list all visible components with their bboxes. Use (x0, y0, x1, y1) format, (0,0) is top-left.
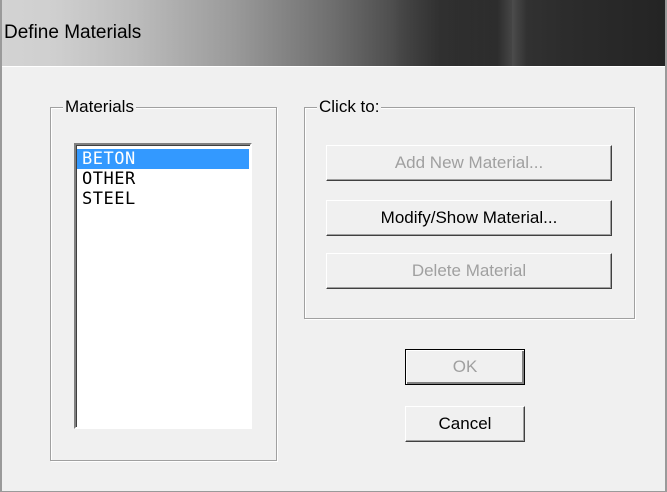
define-materials-dialog: Define Materials Materials BETON OTHER STE… (0, 0, 667, 492)
materials-listbox[interactable]: BETON OTHER STEEL (74, 143, 252, 429)
title-bar-shade (392, 0, 512, 66)
materials-list: BETON OTHER STEEL (77, 149, 249, 209)
cancel-button[interactable]: Cancel (405, 406, 525, 442)
title-bar[interactable]: Define Materials (2, 0, 665, 66)
material-list-item[interactable]: STEEL (77, 189, 249, 209)
ok-button[interactable]: OK (405, 349, 525, 385)
modify-show-material-button[interactable]: Modify/Show Material... (326, 200, 612, 236)
title-bar-sheen (497, 0, 527, 66)
delete-material-button[interactable]: Delete Material (326, 253, 612, 289)
actions-group-label: Click to: (317, 97, 382, 117)
materials-group-label: Materials (63, 97, 136, 117)
material-list-item[interactable]: OTHER (77, 169, 249, 189)
window-title: Define Materials (4, 22, 142, 43)
material-list-item[interactable]: BETON (77, 149, 249, 169)
add-new-material-button[interactable]: Add New Material... (326, 145, 612, 181)
